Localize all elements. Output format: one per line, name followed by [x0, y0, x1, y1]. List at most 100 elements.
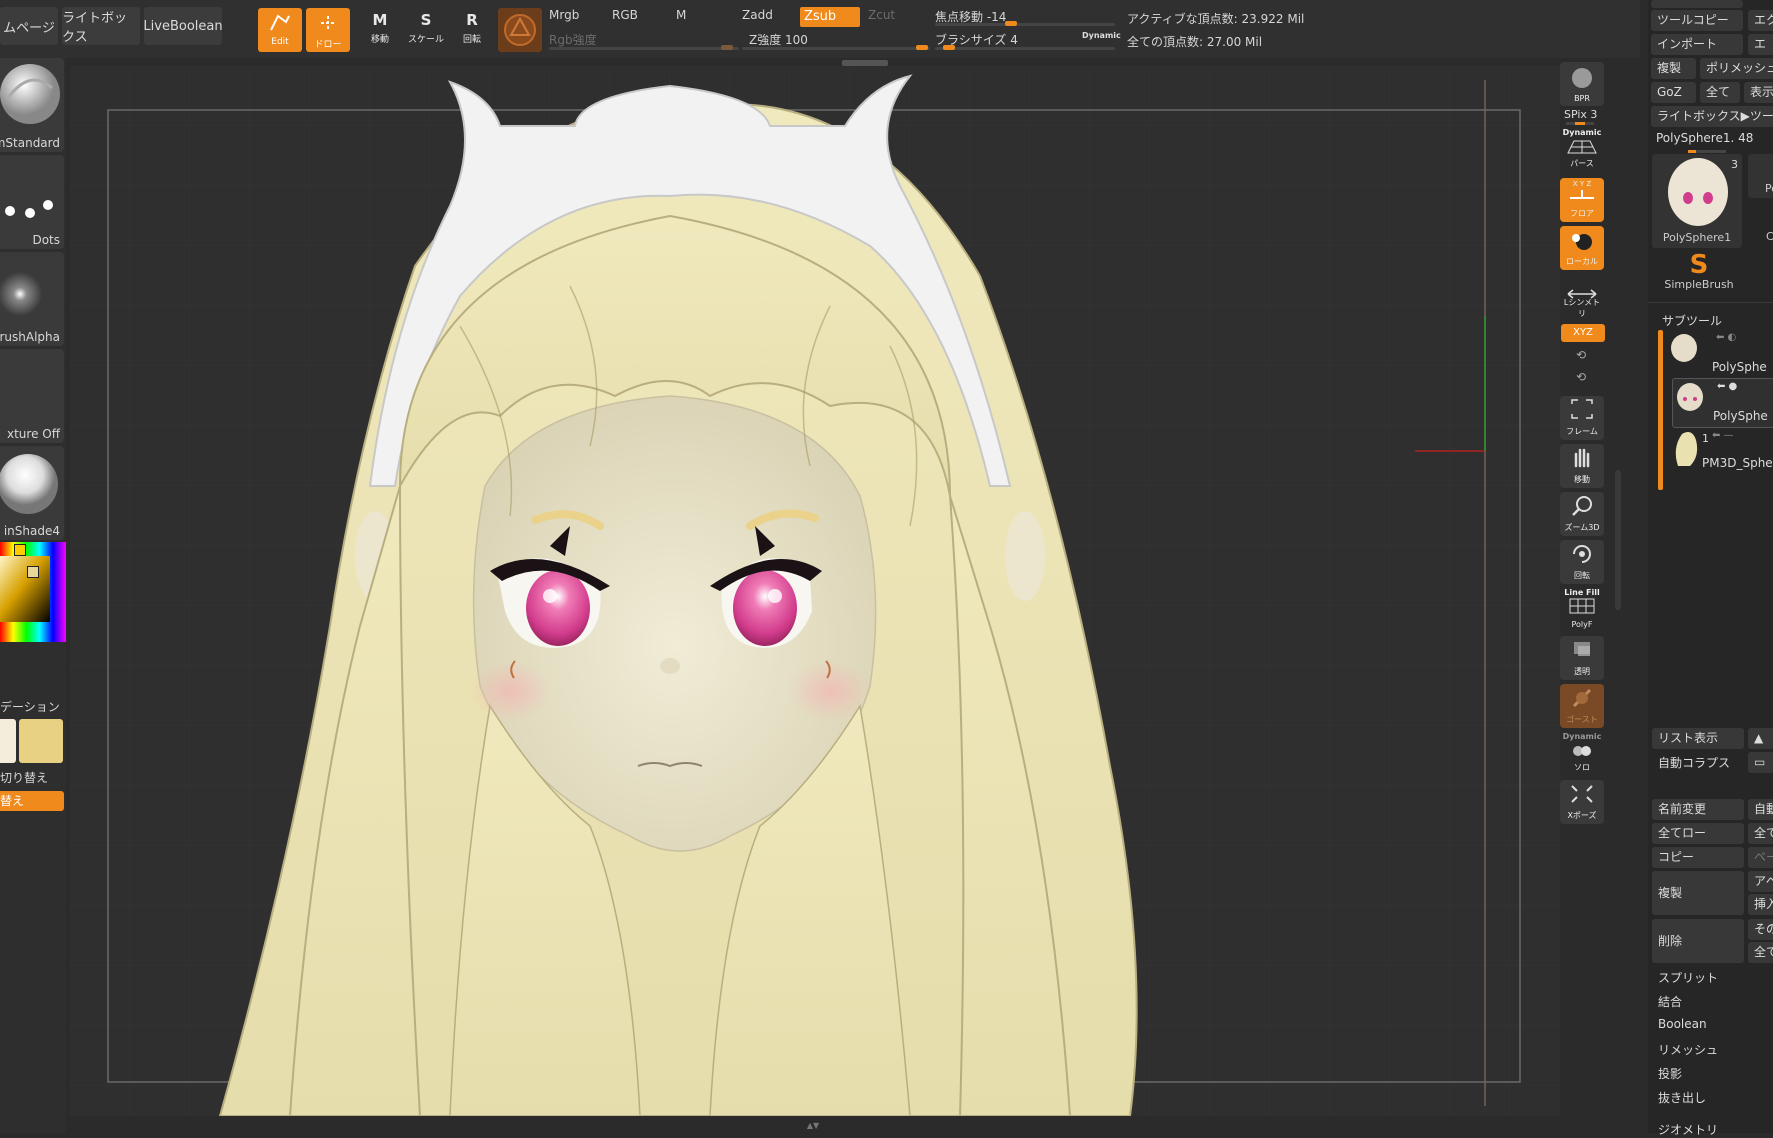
- local-button[interactable]: ローカル: [1560, 226, 1604, 270]
- rename-button[interactable]: 名前変更: [1652, 799, 1744, 820]
- zoom3d-button[interactable]: ズーム3D: [1560, 492, 1604, 536]
- transparency-button[interactable]: 透明: [1560, 636, 1604, 680]
- material-mode-button[interactable]: [498, 8, 542, 52]
- mrgb-toggle[interactable]: Mrgb: [549, 8, 579, 22]
- brush-size-knob[interactable]: [943, 45, 955, 50]
- tool-thumbnail-2[interactable]: Po: [1748, 154, 1773, 198]
- z-intensity-knob[interactable]: [916, 45, 928, 50]
- geometry-menu[interactable]: ジオメトリ: [1658, 1121, 1718, 1138]
- panel-top-button[interactable]: [1651, 0, 1743, 8]
- import-button[interactable]: インポート: [1651, 34, 1743, 55]
- solo-button[interactable]: Dynamic ソロ: [1560, 732, 1604, 776]
- m-toggle[interactable]: M: [676, 8, 686, 22]
- dynamic-brush-size[interactable]: Dynamic: [1082, 31, 1121, 40]
- edit-button[interactable]: Edit: [258, 8, 302, 52]
- export-button[interactable]: エク: [1748, 10, 1773, 31]
- subtool-visibility-icon[interactable]: ⬅ —: [1712, 430, 1734, 441]
- move-view-button[interactable]: 移動: [1560, 444, 1604, 488]
- lightbox-button[interactable]: ライトボックス: [62, 7, 140, 45]
- visible-button[interactable]: 表示: [1744, 82, 1773, 103]
- tray-scrollbar[interactable]: [1615, 470, 1621, 610]
- color-picker-square[interactable]: [0, 556, 50, 622]
- simple-brush-tool[interactable]: S SimpleBrush: [1654, 252, 1744, 296]
- move-button[interactable]: M 移動: [360, 8, 400, 48]
- copy-subtool-button[interactable]: コピー: [1652, 847, 1744, 868]
- material-selector[interactable]: inShade4: [0, 446, 64, 540]
- spix-label[interactable]: SPix 3: [1564, 108, 1597, 121]
- list-view-button[interactable]: リスト表示: [1652, 728, 1744, 749]
- spix-slider[interactable]: [1566, 122, 1594, 125]
- list-view-arrow-button[interactable]: ▲: [1748, 728, 1773, 749]
- rotate-button[interactable]: R 回転: [452, 8, 492, 48]
- rgb-intensity-slider[interactable]: [549, 45, 739, 50]
- subtool-visibility-icon[interactable]: ⬅ ◐: [1716, 332, 1736, 343]
- texture-selector[interactable]: xture Off: [0, 349, 64, 443]
- bpr-button[interactable]: BPR: [1560, 62, 1604, 106]
- subtool-item[interactable]: ⬅ ◐ PolySphe: [1668, 330, 1773, 376]
- delete-subtool-button[interactable]: 削除: [1652, 919, 1744, 963]
- main-color-swatch[interactable]: [0, 719, 16, 763]
- goz-button[interactable]: GoZ: [1651, 82, 1696, 103]
- delete-other-button[interactable]: その: [1748, 919, 1773, 940]
- merge-menu[interactable]: 結合: [1658, 993, 1682, 1010]
- project-menu[interactable]: 投影: [1658, 1065, 1682, 1082]
- boolean-menu[interactable]: Boolean: [1658, 1017, 1707, 1031]
- lightbox-tool-button[interactable]: ライトボックス▶ツー: [1651, 106, 1773, 127]
- tool-thumbnail[interactable]: 3 PolySphere1: [1652, 154, 1742, 248]
- all-button[interactable]: 全て: [1700, 82, 1740, 103]
- remesh-menu[interactable]: リメッシュ: [1658, 1041, 1718, 1058]
- home-page-button[interactable]: ムページ: [0, 7, 58, 45]
- bottom-tray-handle[interactable]: ▲▼: [748, 1122, 878, 1130]
- symmetry-button[interactable]: Lシンメトリ: [1560, 278, 1604, 322]
- all-low-button[interactable]: 全てロー: [1652, 823, 1744, 844]
- perspective-button[interactable]: Dynamic パース: [1560, 128, 1604, 172]
- all-high-button[interactable]: 全て: [1748, 823, 1773, 844]
- ghost-button[interactable]: ゴースト: [1560, 684, 1604, 728]
- auto-reorder-button[interactable]: 自動: [1748, 799, 1773, 820]
- paste-subtool-button[interactable]: ペー: [1748, 847, 1773, 868]
- switch-color-label[interactable]: 切り替え: [0, 769, 48, 786]
- subtool-item[interactable]: 1 ⬅ — PM3D_Sphe: [1668, 428, 1773, 474]
- rgb-intensity-knob[interactable]: [721, 45, 733, 50]
- brush-size-slider[interactable]: [935, 45, 1115, 50]
- auto-collapse-button[interactable]: ▭: [1748, 752, 1773, 773]
- live-boolean-button[interactable]: LiveBoolean: [143, 7, 223, 45]
- alpha-selector[interactable]: rushAlpha: [0, 252, 64, 346]
- focal-shift-knob[interactable]: [1005, 21, 1017, 26]
- append-button[interactable]: アペ: [1748, 871, 1773, 892]
- document-canvas[interactable]: [70, 66, 1560, 1116]
- make-polymesh-button[interactable]: ポリメッシュ: [1700, 58, 1773, 79]
- delete-all-button[interactable]: 全て: [1748, 942, 1773, 963]
- focal-shift-slider[interactable]: [935, 21, 1115, 26]
- secondary-color-swatch[interactable]: [19, 719, 63, 763]
- subtool-scrollbar[interactable]: [1658, 330, 1663, 490]
- export2-button[interactable]: エ: [1748, 34, 1773, 55]
- extract-menu[interactable]: 抜き出し: [1658, 1089, 1706, 1106]
- subtool-header[interactable]: サブツール: [1662, 312, 1722, 329]
- subtool-visibility-icon[interactable]: ⬅ ●: [1717, 381, 1737, 392]
- duplicate-tool-button[interactable]: 複製: [1651, 58, 1696, 79]
- auto-collapse-toggle[interactable]: 自動コラプス: [1658, 754, 1730, 771]
- scale-button[interactable]: S スケール: [406, 8, 446, 48]
- color-picker[interactable]: [0, 542, 66, 642]
- subtool-item-active[interactable]: ⬅ ● PolySphe: [1672, 378, 1773, 428]
- duplicate-subtool-button[interactable]: 複製: [1652, 871, 1744, 915]
- frame-button[interactable]: フレーム: [1560, 396, 1604, 440]
- floor-button[interactable]: X Y Z フロア: [1560, 178, 1604, 222]
- stroke-selector[interactable]: Dots: [0, 155, 64, 249]
- hue-marker[interactable]: [14, 544, 26, 556]
- z-rotate-icon[interactable]: ⟲: [1576, 370, 1586, 384]
- rgb-toggle[interactable]: RGB: [612, 8, 638, 22]
- zadd-toggle[interactable]: Zadd: [742, 8, 773, 22]
- z-intensity-slider[interactable]: [742, 45, 930, 50]
- color-marker[interactable]: [27, 566, 39, 578]
- top-tray-handle[interactable]: [842, 60, 888, 66]
- brush-selector[interactable]: mStandard: [0, 58, 64, 152]
- y-rotate-icon[interactable]: ⟲: [1576, 348, 1586, 362]
- xyz-rotate-button[interactable]: XYZ: [1561, 324, 1605, 342]
- draw-button[interactable]: ドロー: [306, 8, 350, 52]
- zcut-toggle[interactable]: Zcut: [868, 8, 895, 22]
- polyframe-button[interactable]: Line Fill PolyF: [1560, 588, 1604, 632]
- tool-copy-button[interactable]: ツールコピー: [1651, 10, 1743, 31]
- zsub-toggle[interactable]: Zsub: [800, 7, 860, 27]
